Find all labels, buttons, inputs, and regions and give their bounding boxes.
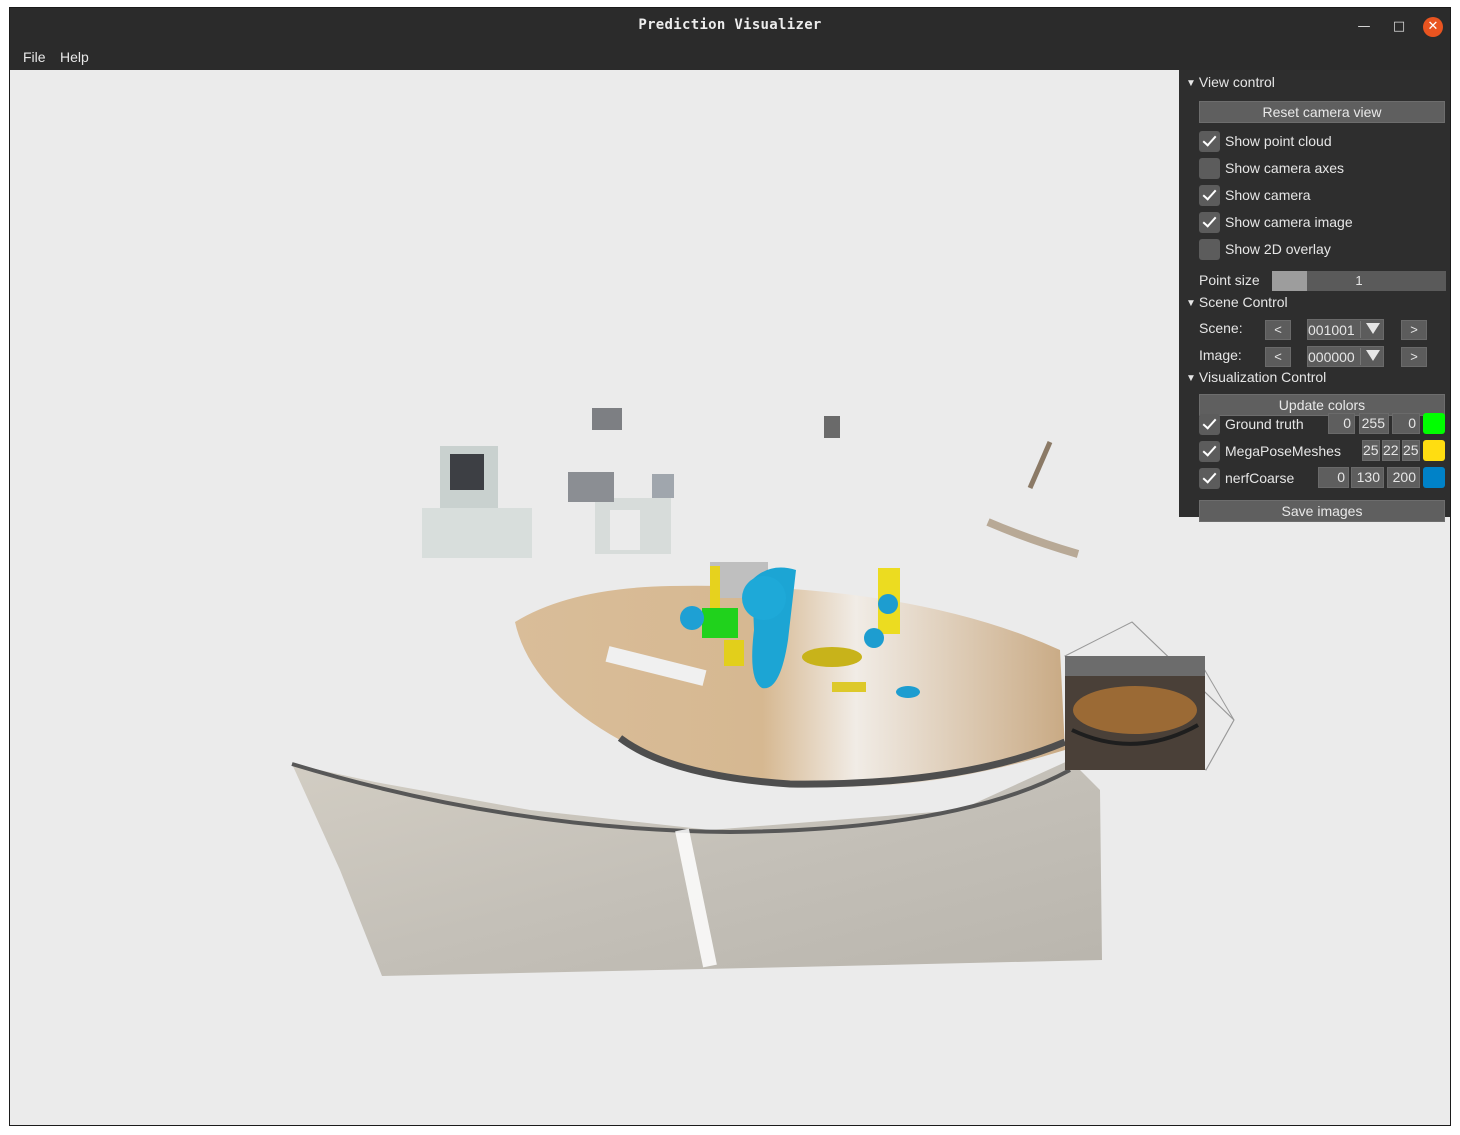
checkmark-icon[interactable]	[1199, 211, 1220, 233]
mp-color-swatch[interactable]	[1423, 440, 1445, 461]
checkbox-label: nerfCoarse	[1225, 470, 1295, 486]
point-size-value: 1	[1355, 273, 1363, 288]
reset-camera-button[interactable]: Reset camera view	[1199, 101, 1445, 123]
shelf-object	[592, 408, 622, 430]
checkbox-label: MegaPoseMeshes	[1225, 443, 1341, 459]
checkbox-label: Show camera	[1225, 187, 1311, 203]
close-icon[interactable]: ✕	[1423, 17, 1443, 37]
nerf-green-field[interactable]: 130	[1351, 467, 1384, 488]
gt-red-field[interactable]: 0	[1328, 413, 1355, 434]
yellow-plate	[802, 647, 862, 667]
show-camera-image-checkbox[interactable]: Show camera image	[1199, 211, 1353, 233]
checkbox-empty[interactable]	[1199, 238, 1220, 260]
scene-value: 001001	[1308, 322, 1355, 338]
title-bar[interactable]: Prediction Visualizer — □ ✕	[10, 8, 1450, 45]
floor-points	[292, 760, 1102, 976]
blue-mug	[680, 606, 704, 630]
checkbox-label: Show camera image	[1225, 214, 1353, 230]
scene-prev-button[interactable]: <	[1265, 320, 1291, 340]
app-window: Prediction Visualizer — □ ✕ File Help ▼ …	[9, 7, 1451, 1126]
menu-bar: File Help	[10, 45, 1450, 70]
mp-green-field[interactable]: 22	[1382, 440, 1400, 461]
megapose-checkbox[interactable]: MegaPoseMeshes	[1199, 440, 1341, 462]
menu-file[interactable]: File	[23, 49, 46, 65]
nerf-red-field[interactable]: 0	[1318, 467, 1349, 488]
scene-dropdown[interactable]: 001001	[1307, 319, 1384, 340]
gt-color-swatch[interactable]	[1423, 413, 1445, 434]
checkbox-label: Show 2D overlay	[1225, 241, 1331, 257]
checkmark-icon[interactable]	[1199, 184, 1220, 206]
scene-next-button[interactable]: >	[1401, 320, 1427, 340]
triangle-down-icon: ▼	[1186, 78, 1196, 89]
show-camera-axes-checkbox[interactable]: Show camera axes	[1199, 157, 1344, 179]
triangle-down-icon: ▼	[1186, 298, 1196, 309]
window-title: Prediction Visualizer	[638, 17, 822, 33]
show-camera-checkbox[interactable]: Show camera	[1199, 184, 1311, 206]
section-title: Scene Control	[1198, 294, 1288, 310]
scene-label: Scene:	[1199, 320, 1243, 336]
checkmark-icon[interactable]	[1199, 440, 1220, 462]
dropdown-arrow-icon	[1366, 323, 1380, 334]
menu-help[interactable]: Help	[60, 49, 89, 65]
checkbox-label: Show point cloud	[1225, 133, 1332, 149]
ground-truth-checkbox[interactable]: Ground truth	[1199, 413, 1304, 435]
section-view-control[interactable]: ▼ View control	[1186, 74, 1275, 90]
image-label: Image:	[1199, 347, 1242, 363]
image-prev-button[interactable]: <	[1265, 347, 1291, 367]
checkbox-label: Show camera axes	[1225, 160, 1345, 176]
shelf-object	[568, 472, 614, 502]
minimize-icon[interactable]: —	[1354, 17, 1374, 37]
triangle-down-icon: ▼	[1186, 373, 1196, 384]
nerf-color-swatch[interactable]	[1423, 467, 1445, 488]
section-title: Visualization Control	[1198, 369, 1327, 385]
green-object	[702, 608, 738, 638]
maximize-icon[interactable]: □	[1389, 17, 1409, 37]
show-point-cloud-checkbox[interactable]: Show point cloud	[1199, 130, 1332, 152]
mp-blue-field[interactable]: 25	[1402, 440, 1420, 461]
gt-blue-field[interactable]: 0	[1392, 413, 1420, 434]
nerf-coarse-checkbox[interactable]: nerfCoarse	[1199, 467, 1294, 489]
section-title: View control	[1198, 74, 1275, 90]
mp-red-field[interactable]: 25	[1362, 440, 1380, 461]
yellow-object	[710, 566, 720, 614]
nerf-blue-field[interactable]: 200	[1387, 467, 1420, 488]
section-scene-control[interactable]: ▼ Scene Control	[1186, 294, 1288, 310]
dropdown-arrow-icon	[1366, 350, 1380, 361]
image-next-button[interactable]: >	[1401, 347, 1427, 367]
checkmark-icon[interactable]	[1199, 130, 1220, 152]
save-images-button[interactable]: Save images	[1199, 500, 1445, 522]
point-size-slider[interactable]: 1	[1272, 271, 1446, 291]
control-panel: ▼ View control Reset camera view Show poi…	[1179, 70, 1450, 522]
image-dropdown[interactable]: 000000	[1307, 346, 1384, 367]
point-size-label: Point size	[1199, 272, 1260, 288]
checkmark-icon[interactable]	[1199, 467, 1220, 489]
gt-green-field[interactable]: 255	[1359, 413, 1389, 434]
checkbox-empty[interactable]	[1199, 157, 1220, 179]
section-visualization-control[interactable]: ▼ Visualization Control	[1186, 369, 1326, 385]
camera-frustum	[1064, 621, 1235, 771]
far-wall-points	[986, 518, 1080, 558]
image-value: 000000	[1308, 349, 1355, 365]
shelf-object	[824, 416, 840, 438]
show-2d-overlay-checkbox[interactable]: Show 2D overlay	[1199, 238, 1331, 260]
checkmark-icon[interactable]	[1199, 413, 1220, 435]
shelf-object	[652, 474, 674, 498]
checkbox-label: Ground truth	[1225, 416, 1304, 432]
shelf-object	[422, 508, 532, 558]
